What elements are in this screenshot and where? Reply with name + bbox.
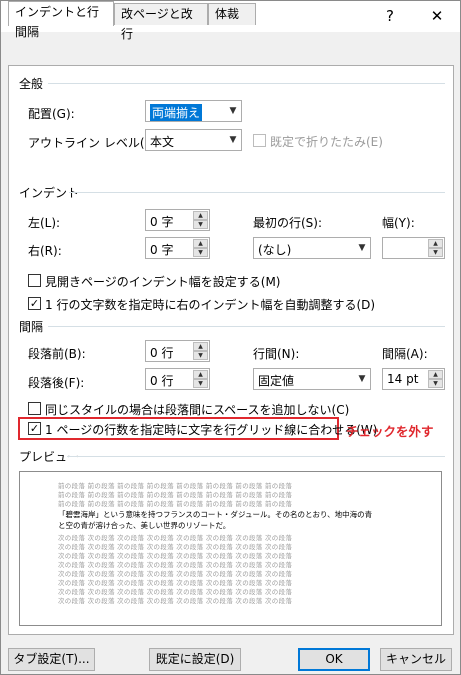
chevron-down-icon: ▼ [353, 369, 370, 389]
chevron-down-icon: ▼ [353, 238, 370, 258]
general-header: 全般 [19, 77, 44, 91]
indent-left-spinner[interactable]: 0 字 ▲ ▼ [145, 209, 210, 231]
paragraph-dialog: 段落 ? ✕ インデントと行間隔 改ページと改行 体裁 全般 配置(G): 両端… [0, 0, 461, 675]
annotation-uncheck: チェックを外す [346, 424, 434, 439]
preview-sample-line: 「碧雲海岸」という意味を持つフランスのコート・ダジュール。その名のとおり、地中海… [58, 510, 373, 519]
collapsed-checkbox[interactable] [253, 134, 266, 147]
spin-down-icon[interactable]: ▼ [193, 220, 208, 229]
alignment-label: 配置(G): [28, 107, 75, 121]
no-space-same-style-label: 同じスタイルの場合は段落間にスペースを追加しない(C) [45, 403, 350, 417]
general-divider [48, 83, 445, 84]
tab-typography[interactable]: 体裁 [208, 3, 256, 25]
spin-down-icon[interactable]: ▼ [193, 351, 208, 360]
auto-adjust-label: 1 行の文字数を指定時に右のインデント幅を自動調整する(D) [45, 298, 376, 312]
alignment-select[interactable]: 両端揃え ▼ [145, 100, 242, 122]
spin-up-icon[interactable]: ▲ [193, 239, 208, 248]
indent-width-spinner[interactable]: ▲ ▼ [382, 237, 445, 259]
first-line-label: 最初の行(S): [253, 216, 323, 230]
preview-divider [67, 456, 445, 457]
spin-down-icon[interactable]: ▼ [428, 379, 443, 388]
preview-prev-line: 前の段落 前の段落 前の段落 前の段落 前の段落 前の段落 前の段落 前の段落 [58, 500, 293, 508]
spin-up-icon[interactable]: ▲ [428, 370, 443, 379]
preview-page: 前の段落 前の段落 前の段落 前の段落 前の段落 前の段落 前の段落 前の段落 … [54, 478, 409, 621]
ok-button[interactable]: OK [298, 648, 370, 671]
spin-down-icon[interactable]: ▼ [193, 379, 208, 388]
outline-level-value: 本文 [150, 135, 175, 149]
mirror-indent-label: 見開きページのインデント幅を設定する(M) [45, 275, 281, 289]
snap-to-grid-checkbox[interactable]: ✓ [28, 422, 41, 435]
preview-pane: 前の段落 前の段落 前の段落 前の段落 前の段落 前の段落 前の段落 前の段落 … [19, 471, 442, 626]
spin-up-icon[interactable]: ▲ [193, 370, 208, 379]
tabs-settings-button[interactable]: タブ設定(T)... [8, 648, 95, 671]
space-after-value: 0 行 [150, 374, 174, 388]
set-default-button[interactable]: 既定に設定(D) [149, 648, 241, 671]
spin-down-icon[interactable]: ▼ [428, 248, 443, 257]
collapsed-label: 既定で折りたたみ(E) [270, 135, 383, 149]
line-spacing-value: 固定値 [258, 374, 295, 388]
indent-right-value: 0 字 [150, 243, 174, 257]
first-line-select[interactable]: (なし) ▼ [253, 237, 371, 259]
space-after-spinner[interactable]: 0 行 ▲ ▼ [145, 368, 210, 390]
spin-up-icon[interactable]: ▲ [193, 211, 208, 220]
help-button[interactable]: ? [368, 1, 412, 32]
alignment-value: 両端揃え [150, 104, 203, 121]
line-spacing-label: 行間(N): [253, 347, 300, 361]
space-before-value: 0 行 [150, 346, 174, 360]
spacing-divider [48, 326, 445, 327]
cancel-button[interactable]: キャンセル [380, 648, 452, 671]
spacing-header: 間隔 [19, 320, 44, 334]
spin-up-icon[interactable]: ▲ [193, 342, 208, 351]
spacing-at-label: 間隔(A): [382, 347, 428, 361]
preview-sample-line: と空の青が溶け合った、美しい世界のリゾートだ。 [58, 521, 231, 530]
indent-right-label: 右(R): [28, 244, 62, 258]
spacing-at-spinner[interactable]: 14 pt ▲ ▼ [382, 368, 445, 390]
snap-to-grid-label: 1 ページの行数を指定時に文字を行グリッド線に合わせる(W) [45, 423, 378, 437]
tab-indent-spacing[interactable]: インデントと行間隔 [8, 1, 114, 39]
no-space-same-style-checkbox[interactable] [28, 402, 41, 415]
auto-adjust-checkbox[interactable]: ✓ [28, 297, 41, 310]
line-spacing-select[interactable]: 固定値 ▼ [253, 368, 371, 390]
indent-right-spinner[interactable]: 0 字 ▲ ▼ [145, 237, 210, 259]
preview-next-line: 次の段落 次の段落 次の段落 次の段落 次の段落 次の段落 次の段落 次の段落 [58, 597, 293, 605]
indent-left-value: 0 字 [150, 215, 174, 229]
space-before-label: 段落前(B): [28, 347, 86, 361]
tab-line-page-breaks[interactable]: 改ページと改行 [114, 3, 208, 41]
chevron-down-icon: ▼ [224, 101, 241, 121]
outline-level-select[interactable]: 本文 ▼ [145, 129, 242, 151]
indent-width-label: 幅(Y): [382, 216, 415, 230]
spin-down-icon[interactable]: ▼ [193, 248, 208, 257]
mirror-indent-checkbox[interactable] [28, 274, 41, 287]
spacing-at-value: 14 pt [387, 372, 419, 386]
indent-divider [69, 192, 445, 193]
indent-left-label: 左(L): [28, 216, 61, 230]
first-line-value: (なし) [258, 243, 292, 257]
space-before-spinner[interactable]: 0 行 ▲ ▼ [145, 340, 210, 362]
close-button[interactable]: ✕ [415, 1, 459, 32]
outline-level-label: アウトライン レベル(O): [28, 136, 163, 150]
chevron-down-icon: ▼ [224, 130, 241, 150]
space-after-label: 段落後(F): [28, 376, 85, 390]
spin-up-icon[interactable]: ▲ [428, 239, 443, 248]
